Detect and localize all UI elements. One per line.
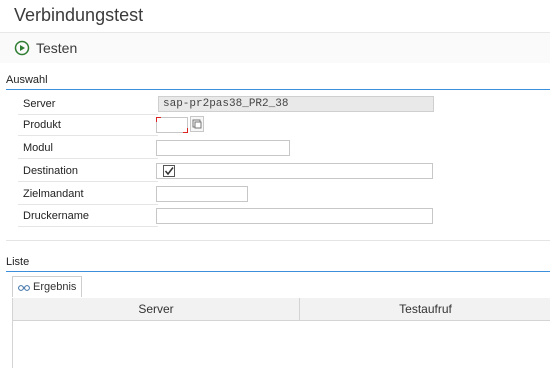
produkt-label: Produkt <box>18 115 158 136</box>
glasses-icon <box>18 285 30 291</box>
test-button-label: Testen <box>36 40 78 56</box>
checkmark-icon <box>164 167 174 176</box>
row-zielmandant: Zielmandant <box>6 184 550 205</box>
server-field: sap-pr2pas38_PR2_38 <box>158 96 434 112</box>
value-help-button[interactable] <box>190 116 204 132</box>
druckername-label: Druckername <box>18 206 158 227</box>
druckername-input[interactable] <box>156 208 433 224</box>
row-produkt: Produkt <box>6 115 550 136</box>
server-label: Server <box>18 94 158 115</box>
execute-icon <box>14 40 30 56</box>
produkt-input[interactable] <box>156 117 188 133</box>
row-modul: Modul <box>6 138 550 159</box>
test-button[interactable]: Testen <box>14 38 77 58</box>
toolbar: Testen <box>0 32 550 63</box>
grid-header: Server Testaufruf <box>13 298 550 321</box>
section-header-auswahl: Auswahl <box>6 72 550 90</box>
column-header-server[interactable]: Server <box>13 298 300 320</box>
window-title: Verbindungstest <box>14 5 144 25</box>
result-tabbar: Ergebnis <box>12 276 550 299</box>
zielmandant-label: Zielmandant <box>18 184 158 205</box>
section-header-liste: Liste <box>6 254 550 272</box>
sap-window: Verbindungstest Testen Auswahl Server sa… <box>0 0 550 368</box>
row-server: Server sap-pr2pas38_PR2_38 <box>6 94 550 115</box>
destination-label: Destination <box>18 161 158 182</box>
row-destination: Destination <box>6 161 550 182</box>
result-grid: Server Testaufruf <box>12 298 550 368</box>
zielmandant-input[interactable] <box>156 186 248 202</box>
modul-input[interactable] <box>156 140 290 156</box>
section-auswahl: Auswahl Server sap-pr2pas38_PR2_38 Produ… <box>6 72 550 242</box>
modul-label: Modul <box>18 138 158 159</box>
column-header-testaufruf[interactable]: Testaufruf <box>300 298 550 320</box>
destination-field <box>156 163 433 179</box>
destination-checkbox[interactable] <box>163 165 175 177</box>
tab-ergebnis[interactable]: Ergebnis <box>12 276 83 297</box>
section-liste: Liste Ergebnis Server Testaufruf <box>6 254 550 368</box>
row-druckername: Druckername <box>6 206 550 227</box>
value-help-icon <box>192 119 202 129</box>
